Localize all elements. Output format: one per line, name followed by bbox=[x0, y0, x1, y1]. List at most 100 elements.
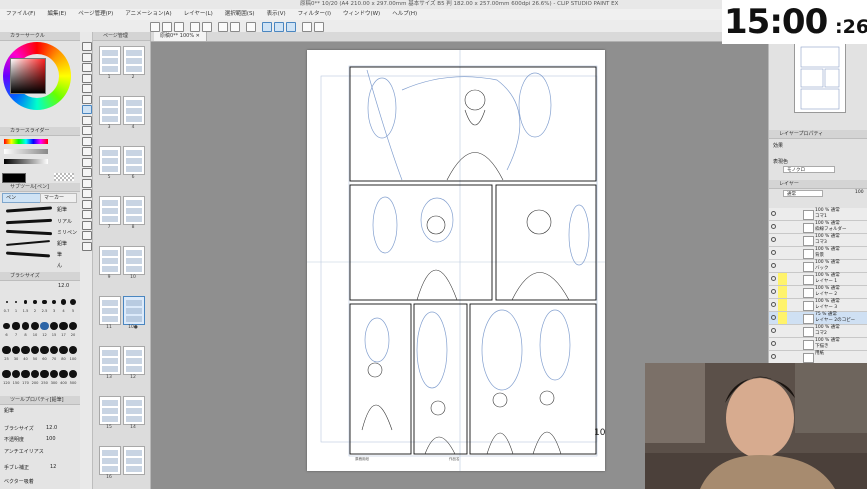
page-thumbnail[interactable] bbox=[99, 46, 121, 75]
visibility-eye-icon[interactable] bbox=[771, 341, 776, 346]
display-color-select[interactable]: モノクロ bbox=[783, 166, 835, 173]
auto-select-tool-icon[interactable] bbox=[82, 73, 92, 83]
new-icon[interactable] bbox=[150, 22, 160, 32]
eraser-tool-icon[interactable] bbox=[82, 147, 92, 156]
layer-row[interactable]: 75 % 通常 レイヤー 2のコピー bbox=[769, 312, 867, 325]
page-thumbnail[interactable] bbox=[123, 146, 145, 175]
brush-preview[interactable] bbox=[5, 251, 51, 258]
brush-size-option[interactable]: 400 bbox=[59, 366, 68, 388]
page-thumbnail[interactable] bbox=[99, 396, 121, 425]
page-thumbnail[interactable] bbox=[99, 246, 121, 275]
main-color-swatch[interactable] bbox=[2, 173, 26, 183]
brush-size-option[interactable]: 200 bbox=[30, 366, 40, 388]
value-slider[interactable] bbox=[4, 159, 48, 164]
page-thumbnail[interactable] bbox=[123, 296, 145, 325]
select-tool-icon[interactable] bbox=[82, 63, 92, 72]
visibility-eye-icon[interactable] bbox=[771, 237, 776, 242]
undo-icon[interactable] bbox=[190, 22, 200, 32]
ruler-tool-icon[interactable] bbox=[82, 210, 92, 219]
brush-size-option[interactable]: 25 bbox=[2, 342, 11, 364]
move-tool-icon[interactable] bbox=[82, 52, 92, 62]
brush-size-option[interactable]: 50 bbox=[30, 342, 40, 364]
brush-size-option[interactable]: 1 bbox=[12, 294, 21, 316]
layer-row[interactable]: 100 % 通常 レイヤー 3 bbox=[769, 299, 867, 312]
transform-icon[interactable] bbox=[230, 22, 240, 32]
pencil-tool-icon[interactable] bbox=[82, 105, 92, 114]
visibility-eye-icon[interactable] bbox=[771, 263, 776, 268]
tab-marker[interactable]: マーカー bbox=[40, 193, 77, 203]
menu-help[interactable]: ヘルプ(H) bbox=[386, 9, 423, 20]
airbrush-tool-icon[interactable] bbox=[82, 126, 92, 135]
property-value[interactable]: 12.0 bbox=[46, 425, 57, 431]
brush-size-option[interactable]: 150 bbox=[11, 366, 21, 388]
layer-row[interactable]: 100 % 通常 コマ3 bbox=[769, 234, 867, 247]
deselect-icon[interactable] bbox=[246, 22, 256, 32]
brush-size-option[interactable]: 120 bbox=[2, 366, 11, 388]
page-thumbnail[interactable] bbox=[99, 146, 121, 175]
opacity-value[interactable]: 100 bbox=[855, 190, 864, 195]
pen-tool-icon[interactable] bbox=[82, 94, 92, 104]
visibility-eye-icon[interactable] bbox=[771, 315, 776, 320]
brush-size-option[interactable]: 12 bbox=[40, 318, 49, 340]
tab-pen[interactable]: ペン bbox=[2, 193, 41, 203]
brush-preview[interactable] bbox=[5, 218, 53, 225]
brush-size-option[interactable]: 20 bbox=[68, 318, 78, 340]
figure-tool-icon[interactable] bbox=[82, 189, 92, 198]
ruler-icon[interactable] bbox=[302, 22, 312, 32]
manga-page[interactable]: 10 原稿用紙 作品名 bbox=[307, 50, 605, 471]
menu-selection[interactable]: 選択範囲(S) bbox=[219, 9, 261, 20]
gradient-tool-icon[interactable] bbox=[82, 178, 92, 188]
brush-size-option[interactable]: 5 bbox=[69, 294, 78, 316]
brush-size-option[interactable]: 60 bbox=[40, 342, 49, 364]
clear-icon[interactable] bbox=[218, 22, 228, 32]
snap-ruler-icon[interactable] bbox=[262, 22, 272, 32]
page-thumbnail[interactable] bbox=[123, 446, 145, 475]
redo-icon[interactable] bbox=[202, 22, 212, 32]
page-thumbnail[interactable] bbox=[123, 196, 145, 225]
layer-row[interactable]: 100 % 通常 枠線フォルダー bbox=[769, 221, 867, 234]
visibility-eye-icon[interactable] bbox=[771, 276, 776, 281]
menu-animation[interactable]: アニメーション(A) bbox=[119, 9, 177, 20]
page-thumbnail[interactable] bbox=[99, 196, 121, 225]
visibility-eye-icon[interactable] bbox=[771, 289, 776, 294]
correct-line-tool-icon[interactable] bbox=[82, 241, 92, 251]
snap-grid-icon[interactable] bbox=[286, 22, 296, 32]
brush-size-option[interactable]: 6 bbox=[2, 318, 11, 340]
brush-preview[interactable] bbox=[5, 206, 53, 213]
brush-size-option[interactable]: 300 bbox=[49, 366, 59, 388]
brush-size-option[interactable]: 40 bbox=[21, 342, 30, 364]
page-thumbnail[interactable] bbox=[99, 346, 121, 375]
brush-preview[interactable] bbox=[5, 240, 51, 246]
zoom-tool-icon[interactable] bbox=[82, 42, 92, 51]
brush-size-option[interactable]: 7 bbox=[12, 318, 21, 340]
visibility-eye-icon[interactable] bbox=[771, 302, 776, 307]
layer-row[interactable]: 100 % 通常 レイヤー 1 bbox=[769, 273, 867, 286]
page-thumbnail[interactable] bbox=[123, 246, 145, 275]
fill-tool-icon[interactable] bbox=[82, 168, 92, 177]
brush-size-option[interactable]: 0.7 bbox=[2, 294, 11, 316]
page-thumbnail[interactable] bbox=[99, 96, 121, 125]
page-thumbnail[interactable] bbox=[123, 346, 145, 375]
brush-size-option[interactable]: 500 bbox=[68, 366, 78, 388]
page-thumbnail[interactable] bbox=[123, 46, 145, 75]
grid-icon[interactable] bbox=[314, 22, 324, 32]
snap-special-ruler-icon[interactable] bbox=[274, 22, 284, 32]
brush-tool-icon[interactable] bbox=[82, 115, 92, 125]
saturation-value-square[interactable] bbox=[10, 58, 46, 94]
page-thumbnail[interactable] bbox=[99, 296, 121, 325]
menu-view[interactable]: 表示(V) bbox=[261, 9, 292, 20]
eyedropper-tool-icon[interactable] bbox=[82, 84, 92, 93]
layer-row[interactable]: 100 % 通常 バック bbox=[769, 260, 867, 273]
brush-size-option[interactable]: 2 bbox=[31, 294, 40, 316]
page-thumbnail[interactable] bbox=[123, 96, 145, 125]
brush-size-option[interactable]: 15 bbox=[49, 318, 59, 340]
brush-size-option[interactable]: 1.5 bbox=[21, 294, 30, 316]
layer-row[interactable]: 100 % 通常 コマ1 bbox=[769, 208, 867, 221]
saturation-slider[interactable] bbox=[4, 149, 48, 154]
canvas-tab[interactable]: 原稿0** 100% ✕ bbox=[154, 32, 207, 41]
brush-size-option[interactable]: 30 bbox=[11, 342, 21, 364]
brush-size-option[interactable]: 8 bbox=[21, 318, 30, 340]
menu-filter[interactable]: フィルター(I) bbox=[292, 9, 337, 20]
brush-size-option[interactable]: 10 bbox=[30, 318, 40, 340]
property-value[interactable]: 12 bbox=[50, 464, 56, 470]
